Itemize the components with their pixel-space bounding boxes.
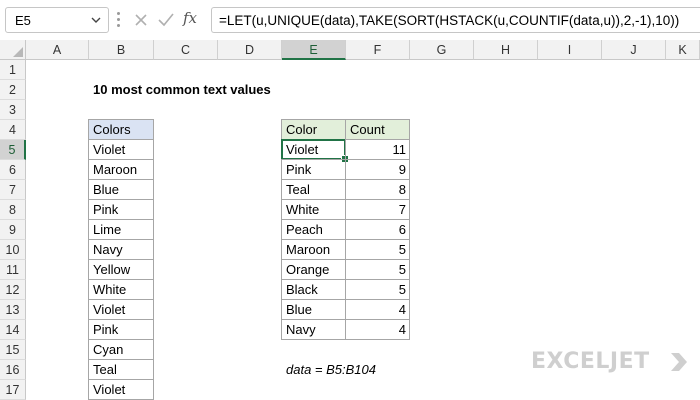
column-header-j[interactable]: J [602,40,666,60]
column-header-c[interactable]: C [154,40,218,60]
color-cell[interactable]: Pink [281,159,346,180]
row-header-13[interactable]: 13 [0,300,26,320]
color-header-cell[interactable]: Color [281,119,346,140]
count-cell[interactable]: 4 [345,299,410,320]
count-cell[interactable]: 5 [345,259,410,280]
color-cell[interactable]: Maroon [281,239,346,260]
exceljet-logo-text: EXCELJET [531,349,650,374]
colors-cell[interactable]: Violet [88,299,154,320]
colors-cell[interactable]: Maroon [88,159,154,180]
x-icon[interactable] [131,10,151,30]
formula-input[interactable]: =LET(u,UNIQUE(data),TAKE(SORT(HSTACK(u,C… [211,7,700,33]
name-box-value: E5 [15,13,31,28]
chevron-down-icon[interactable] [90,14,102,26]
column-header-h[interactable]: H [474,40,538,60]
row-header-10[interactable]: 10 [0,240,26,260]
row-header-8[interactable]: 8 [0,200,26,220]
color-cell[interactable]: Black [281,279,346,300]
row-header-2[interactable]: 2 [0,80,26,100]
row-header-5[interactable]: 5 [0,140,26,160]
drag-handle[interactable] [117,12,120,28]
row-header-1[interactable]: 1 [0,60,26,80]
colors-cell[interactable]: Pink [88,199,154,220]
column-header-i[interactable]: I [538,40,602,60]
row-header-4[interactable]: 4 [0,120,26,140]
name-box[interactable]: E5 [5,7,109,33]
check-icon[interactable] [156,10,176,30]
colors-cell[interactable]: Cyan [88,339,154,360]
color-cell[interactable]: Blue [281,299,346,320]
row-header-11[interactable]: 11 [0,260,26,280]
count-cell[interactable]: 5 [345,239,410,260]
color-cell[interactable]: Navy [281,319,346,340]
exceljet-logo: EXCELJET [531,349,691,375]
column-header-a[interactable]: A [26,40,89,60]
count-cell[interactable]: 6 [345,219,410,240]
colors-cell[interactable]: White [88,279,154,300]
count-cell[interactable]: 4 [345,319,410,340]
colors-cell[interactable]: Violet [88,139,154,160]
colors-cell[interactable]: Pink [88,319,154,340]
count-cell[interactable]: 11 [345,139,410,160]
row-header-14[interactable]: 14 [0,320,26,340]
count-cell[interactable]: 7 [345,199,410,220]
color-cell[interactable]: White [281,199,346,220]
select-all-corner[interactable] [0,40,26,60]
count-cell[interactable]: 9 [345,159,410,180]
colors-cell[interactable]: Teal [88,359,154,380]
row-header-15[interactable]: 15 [0,340,26,360]
sheet-title[interactable]: 10 most common text values [89,80,349,100]
column-header-k[interactable]: K [666,40,700,60]
colors-header-cell[interactable]: Colors [88,119,154,140]
row-header-16[interactable]: 16 [0,360,26,380]
exceljet-logo-icon [671,353,687,371]
column-header-e[interactable]: E [282,40,346,60]
colors-cell[interactable]: Blue [88,179,154,200]
count-header-cell[interactable]: Count [345,119,410,140]
fx-icon[interactable]: fx [183,9,203,29]
colors-cell[interactable]: Yellow [88,259,154,280]
row-header-7[interactable]: 7 [0,180,26,200]
row-header-6[interactable]: 6 [0,160,26,180]
column-header-d[interactable]: D [218,40,282,60]
row-header-17[interactable]: 17 [0,380,26,400]
count-cell[interactable]: 8 [345,179,410,200]
active-cell-e5[interactable]: Violet [281,139,349,163]
colors-cell[interactable]: Lime [88,219,154,240]
row-header-12[interactable]: 12 [0,280,26,300]
row-header-3[interactable]: 3 [0,100,26,120]
colors-cell[interactable]: Navy [88,239,154,260]
column-header-f[interactable]: F [346,40,410,60]
color-cell[interactable]: Peach [281,219,346,240]
column-header-b[interactable]: B [89,40,154,60]
column-header-g[interactable]: G [410,40,474,60]
row-header-9[interactable]: 9 [0,220,26,240]
color-cell[interactable]: Teal [281,179,346,200]
count-cell[interactable]: 5 [345,279,410,300]
colors-cell[interactable]: Violet [88,379,154,400]
formula-bar: E5 fx =LET(u,UNIQUE(data),TAKE(SORT(HSTA… [0,0,700,41]
color-cell[interactable]: Orange [281,259,346,280]
named-range-note[interactable]: data = B5:B104 [282,360,422,380]
